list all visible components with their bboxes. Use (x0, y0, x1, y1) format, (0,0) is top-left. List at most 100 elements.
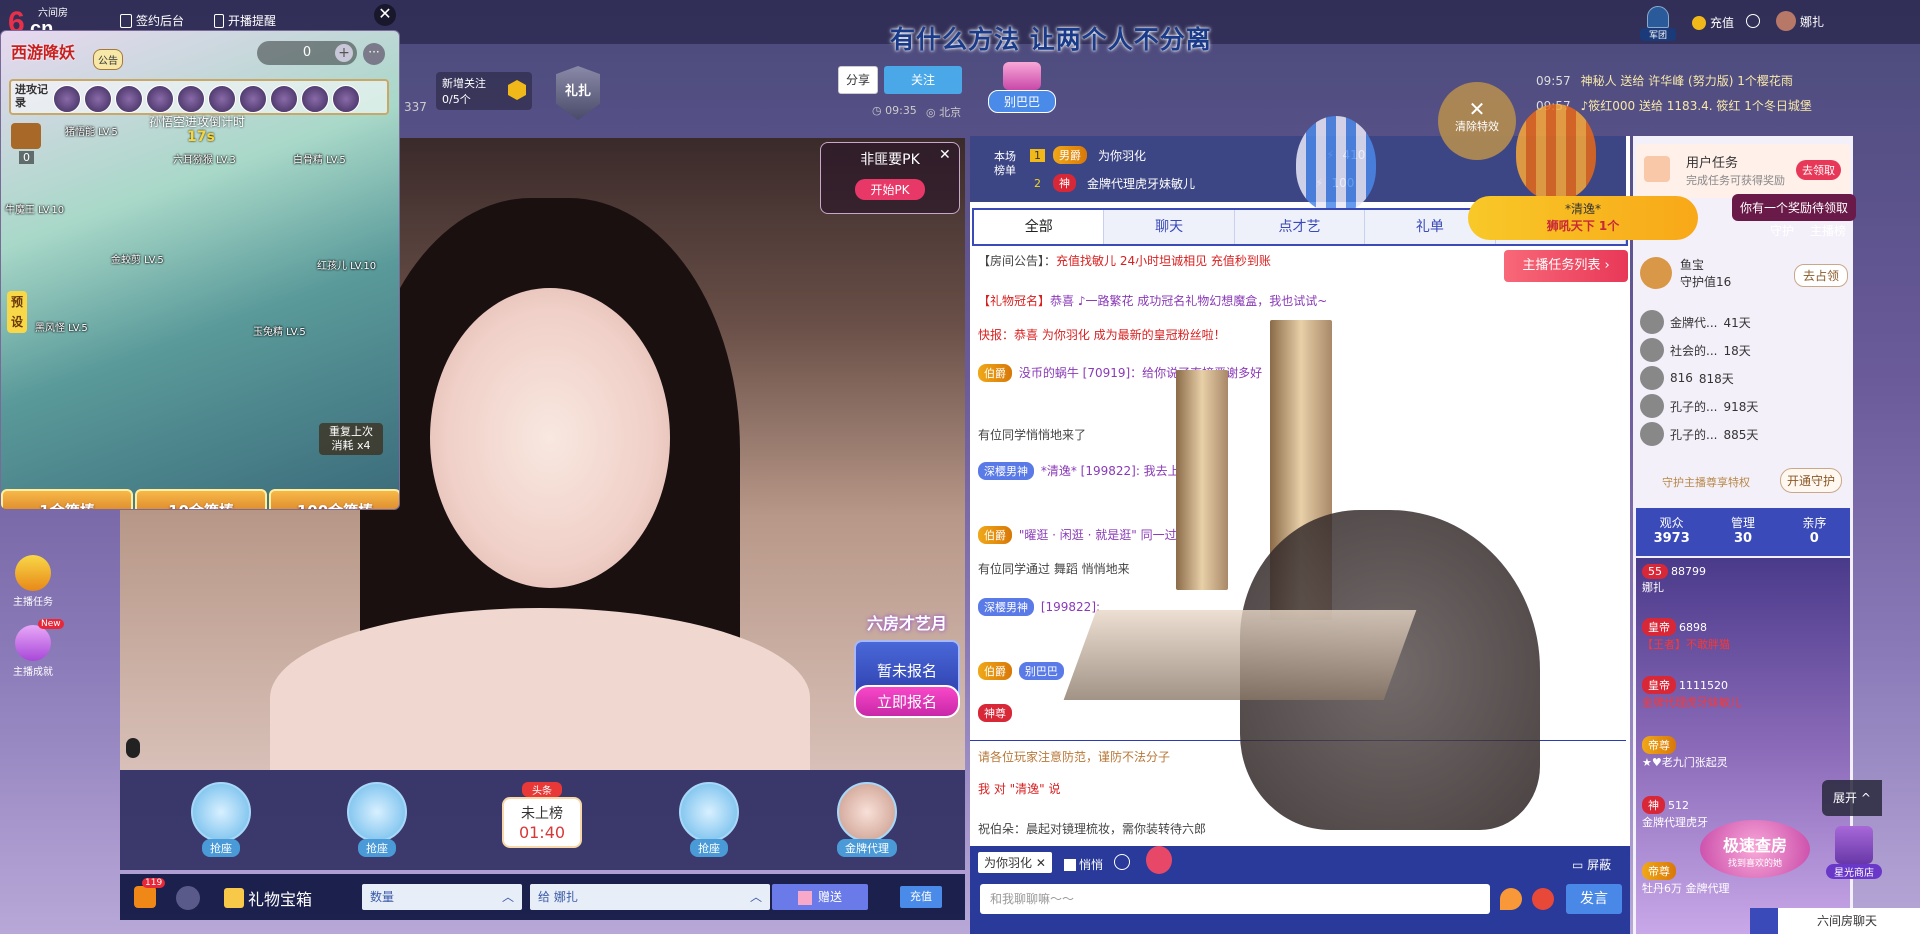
seat-slot[interactable]: 抢座 (342, 782, 412, 857)
announce-button[interactable]: 公告 (93, 49, 123, 70)
rocket-icon[interactable] (1532, 888, 1554, 910)
signup-button[interactable]: 立即报名 (854, 685, 960, 718)
stat-order[interactable]: 亲序 0 (1779, 508, 1850, 556)
sign-backend-link[interactable]: 签约后台 (120, 12, 184, 29)
screen-icon: ▭ (1572, 858, 1584, 872)
seat-slot-occupied[interactable]: 金牌代理 (832, 782, 902, 857)
anchor-task-button[interactable]: 主播任务 (8, 555, 58, 608)
chat-target[interactable]: 为你羽化 ✕ (978, 852, 1052, 873)
seat-avatar-icon (679, 782, 739, 842)
attack-100-button[interactable]: 100金箍棒 (269, 489, 399, 509)
star-shop-button[interactable]: 星光商店 (1826, 826, 1882, 879)
banner-slogan: 有什么方法 让两个人不分离 (890, 25, 1212, 54)
gift-box-button[interactable] (134, 886, 156, 908)
character-label: 六耳猕猴 LV.3 (173, 155, 236, 166)
attack-10-button[interactable]: 10金箍棒 (135, 489, 267, 509)
recharge-link[interactable]: 充值 (1692, 14, 1734, 31)
claim-button[interactable]: 去领取 (1796, 160, 1841, 180)
guard-row[interactable]: 金牌代... 41天 (1640, 310, 1751, 334)
expand-button[interactable]: 展开 ^ (1822, 780, 1882, 816)
stat-admins[interactable]: 管理 30 (1707, 508, 1778, 556)
activity-panel: 六房才艺月 暂未报名 立即报名 (854, 610, 960, 750)
character-label: 玉兔精 LV.5 (253, 327, 306, 338)
new-follow-box: 新增关注 0/5个 (436, 72, 532, 110)
gift-shield-badge[interactable]: 礼扎 (556, 66, 600, 120)
occupy-button[interactable]: 去占领 (1794, 264, 1849, 287)
recharge-button[interactable]: 充值 (900, 886, 942, 908)
balloon-decoration (1516, 104, 1596, 200)
live-reminder-link[interactable]: 开播提醒 (214, 12, 276, 29)
character-label: 白骨精 LV.5 (293, 155, 346, 166)
pk-close-icon[interactable]: ✕ (939, 147, 951, 163)
quick-room-promo[interactable]: 极速查房 找到喜欢的她 (1700, 820, 1810, 878)
chest-icon[interactable] (11, 123, 41, 149)
tab-guard[interactable]: 守护 (1770, 222, 1794, 239)
balloon-decoration (1296, 116, 1376, 212)
castle-icon (1647, 6, 1669, 28)
whisper-checkbox[interactable]: 悄悄 (1064, 856, 1103, 873)
viewer-row[interactable]: 皇帝 6898 【王者】不敢胖猫 (1642, 618, 1730, 652)
guard-tabs: 守护 主播榜 (1770, 222, 1846, 239)
chat-input[interactable]: 和我聊聊嘛～～ (980, 884, 1490, 914)
chat-message: 深樱男神 *清逸* [199822]: 我去上班了哈 (978, 462, 1608, 480)
shield-toggle[interactable]: ▭ 屏蔽 (1572, 856, 1611, 873)
open-guard-button[interactable]: 开通守护 (1780, 468, 1843, 493)
tab-chat[interactable]: 聊天 (1104, 210, 1235, 244)
chat-bubble-icon (1750, 908, 1778, 934)
start-pk-button[interactable]: 开始PK (855, 179, 925, 200)
seat-bar: 抢座 抢座 头条 未上榜 01:40 抢座 金牌代理 (120, 770, 965, 870)
recipient-select[interactable]: 给 娜扎 ︿ (530, 884, 770, 910)
gift-feed-item: 09:57 神秘人 送给 许华峰 (努力版) 1个樱花雨 (1536, 74, 1793, 88)
task-list-button[interactable]: 主播任务列表 › (1504, 250, 1628, 282)
preset-button[interactable]: 预设 (7, 291, 27, 333)
red-packet-icon[interactable] (1146, 846, 1172, 874)
user-menu[interactable]: 娜扎 (1776, 11, 1824, 31)
user-task-card[interactable]: 用户任务 完成任务可获得奖励 去领取 (1636, 144, 1850, 198)
task-icon (15, 555, 51, 591)
gift-feed: 09:57神秘人 送给 许华峰 (努力版) 1个樱花雨 09:57♪筱红000 … (1536, 72, 1856, 114)
share-button[interactable]: 分享 (838, 66, 878, 94)
guard-row[interactable]: 孔子的... 885天 (1640, 422, 1758, 446)
attack-record-bar[interactable]: 进攻记录 (9, 79, 389, 115)
menu-icon[interactable] (1746, 14, 1760, 28)
army-button[interactable]: 军团 (1640, 6, 1676, 41)
gift-treasure-title[interactable]: 礼物宝箱 (224, 886, 312, 910)
seat-slot[interactable]: 抢座 (186, 782, 256, 857)
send-button[interactable]: 发言 (1566, 884, 1622, 914)
fire-icon[interactable] (1500, 888, 1522, 910)
repeat-last-button[interactable]: 重复上次 消耗 x4 (319, 423, 383, 455)
gift-count-badge: 119 (142, 878, 166, 888)
guard-row[interactable]: 社会的... 18天 (1640, 338, 1751, 362)
task-icon (1644, 156, 1670, 182)
tab-talent[interactable]: 点才艺 (1235, 210, 1366, 244)
headline-slot[interactable]: 头条 未上榜 01:40 (502, 782, 582, 848)
add-icon[interactable]: + (335, 44, 353, 62)
attack-1-button[interactable]: 1金箍棒 (1, 489, 133, 509)
document-icon (120, 13, 132, 28)
tab-anchor-rank[interactable]: 主播榜 (1810, 222, 1846, 239)
follow-button[interactable]: 关注 (884, 66, 962, 94)
viewer-row[interactable]: 神 512 金牌代理虎牙 (1642, 796, 1708, 830)
viewer-row[interactable]: 帝尊 ★♥老九门张起灵 (1642, 736, 1728, 770)
quantity-select[interactable]: 数量 ︿ (362, 884, 522, 910)
new-badge: New (38, 619, 64, 629)
seat-slot[interactable]: 抢座 (674, 782, 744, 857)
emoji-icon[interactable] (1114, 854, 1130, 870)
guard-row[interactable]: 816 818天 (1640, 366, 1734, 390)
chat-message: 我 对 "清逸" 说 (978, 782, 1061, 796)
give-button[interactable]: 赠送 (772, 884, 868, 910)
clear-effects-button[interactable]: ✕ 清除特效 (1438, 82, 1516, 160)
chat-footer-button[interactable]: 六间房聊天 (1750, 908, 1920, 934)
gift-icon (224, 888, 244, 908)
bird-icon[interactable] (176, 886, 200, 910)
guard-row[interactable]: 孔子的... 918天 (1640, 394, 1758, 418)
anchor-achievement-button[interactable]: 主播成就 New (8, 619, 64, 678)
viewer-row[interactable]: 55 88799 娜扎 (1642, 564, 1706, 595)
stat-viewers[interactable]: 观众 3973 (1636, 508, 1707, 556)
tab-all[interactable]: 全部 (974, 210, 1105, 244)
more-icon[interactable]: ··· (363, 43, 385, 65)
close-icon[interactable]: ✕ (1036, 856, 1046, 870)
chat-message: 快报：恭喜 为你羽化 成为最新的皇冠粉丝啦！ (978, 328, 1226, 342)
viewer-row[interactable]: 皇帝 1111520 金牌代理虎牙妹敏儿 (1642, 676, 1741, 710)
game-panel[interactable]: 西游降妖 公告 0 + ··· ✕ 进攻记录 0 孙悟空进攻倒计时 17s 猪悟… (0, 4, 400, 510)
